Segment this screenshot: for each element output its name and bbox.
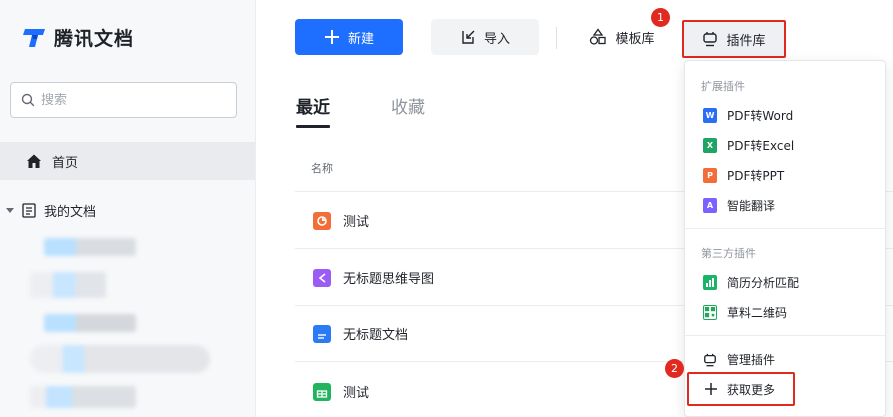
- menu-divider: [685, 228, 885, 229]
- tab-recent[interactable]: 最近: [296, 93, 330, 128]
- menu-item-pdf-to-excel[interactable]: X PDF转Excel: [703, 137, 794, 154]
- app-name: 腾讯文档: [54, 28, 135, 50]
- excel-icon: X: [703, 138, 717, 153]
- table-row[interactable]: 无标题文档: [313, 324, 408, 343]
- caret-down-icon[interactable]: [6, 206, 14, 214]
- redacted-doc-item[interactable]: [30, 345, 210, 373]
- plugin-dropdown-menu: 扩展插件 W PDF转Word X PDF转Excel P PDF转PPT A …: [684, 60, 886, 417]
- table-row[interactable]: 测试: [313, 211, 369, 230]
- sidebar-item-home[interactable]: 首页: [0, 142, 255, 180]
- sidebar: 腾讯文档 首页 我的文档: [0, 0, 256, 417]
- table-row[interactable]: 测试: [313, 382, 369, 401]
- sidebar-item-label: 我的文档: [44, 204, 97, 220]
- menu-item-label: 智能翻译: [727, 199, 776, 213]
- new-button-label: 新建: [347, 31, 374, 47]
- redacted-doc-item[interactable]: [44, 314, 136, 332]
- plug-icon: [703, 32, 718, 47]
- menu-divider: [685, 335, 885, 336]
- step-badge-1: 1: [651, 8, 670, 27]
- menu-item-label: 草料二维码: [727, 306, 788, 320]
- redacted-doc-item[interactable]: [30, 272, 106, 298]
- toolbar-divider: [556, 27, 557, 49]
- template-library-label: 模板库: [615, 31, 655, 47]
- search-icon: [21, 93, 35, 107]
- mindmap-icon: [313, 268, 331, 287]
- ppt-icon: P: [703, 168, 717, 183]
- step-badge-2: 2: [665, 359, 684, 378]
- plus-icon: [324, 30, 339, 44]
- file-name: 测试: [343, 215, 370, 230]
- search-input[interactable]: [41, 92, 221, 108]
- table-row[interactable]: 无标题思维导图: [313, 268, 434, 287]
- sidebar-item-my-docs[interactable]: 我的文档: [0, 196, 255, 224]
- plugin-library-button[interactable]: 插件库: [682, 20, 786, 58]
- import-icon: [462, 30, 475, 44]
- app-logo[interactable]: 腾讯文档: [22, 24, 134, 51]
- plugin-library-label: 插件库: [726, 33, 766, 49]
- plus-icon: [705, 383, 717, 395]
- menu-item-get-more[interactable]: 获取更多: [687, 372, 795, 406]
- menu-item-manage-plugins[interactable]: 管理插件: [703, 351, 775, 368]
- menu-item-label: 简历分析匹配: [727, 276, 800, 290]
- slides-icon: [313, 211, 331, 230]
- redacted-doc-item[interactable]: [30, 386, 136, 408]
- import-button-label: 导入: [483, 31, 510, 47]
- menu-item-label: PDF转Word: [727, 109, 794, 123]
- menu-item-pdf-to-ppt[interactable]: P PDF转PPT: [703, 167, 784, 184]
- home-icon: [27, 154, 41, 168]
- column-header-name[interactable]: 名称: [311, 160, 333, 176]
- tencent-docs-logo-icon: [23, 28, 45, 47]
- qrcode-icon: [703, 305, 717, 320]
- menu-item-label: 获取更多: [727, 382, 776, 397]
- sheet-icon: [313, 382, 331, 401]
- template-library-button[interactable]: 模板库: [582, 19, 662, 55]
- tab-favorites[interactable]: 收藏: [391, 93, 425, 118]
- menu-item-label: PDF转PPT: [727, 169, 785, 183]
- file-name: 测试: [343, 386, 370, 401]
- new-button[interactable]: 新建: [295, 19, 403, 55]
- word-icon: W: [703, 108, 717, 123]
- menu-item-label: 管理插件: [727, 353, 776, 367]
- document-list-icon: [22, 202, 36, 218]
- resume-icon: [703, 275, 717, 290]
- plug-icon: [704, 353, 716, 366]
- redacted-doc-item[interactable]: [44, 238, 136, 256]
- menu-item-qrcode[interactable]: 草料二维码: [703, 304, 787, 321]
- section-label-thirdparty: 第三方插件: [701, 247, 756, 260]
- section-label-extensions: 扩展插件: [701, 80, 745, 93]
- menu-item-smart-translate[interactable]: A 智能翻译: [703, 197, 775, 214]
- doc-icon: [313, 324, 331, 343]
- menu-item-label: PDF转Excel: [727, 139, 795, 153]
- menu-item-pdf-to-word[interactable]: W PDF转Word: [703, 107, 793, 124]
- file-name: 无标题思维导图: [343, 272, 435, 287]
- translate-icon: A: [703, 198, 717, 213]
- search-box[interactable]: [10, 82, 237, 118]
- sidebar-item-label: 首页: [52, 155, 79, 171]
- import-button[interactable]: 导入: [431, 19, 539, 55]
- file-name: 无标题文档: [343, 328, 409, 343]
- menu-item-resume-analysis[interactable]: 简历分析匹配: [703, 274, 799, 291]
- shapes-icon: [590, 28, 607, 45]
